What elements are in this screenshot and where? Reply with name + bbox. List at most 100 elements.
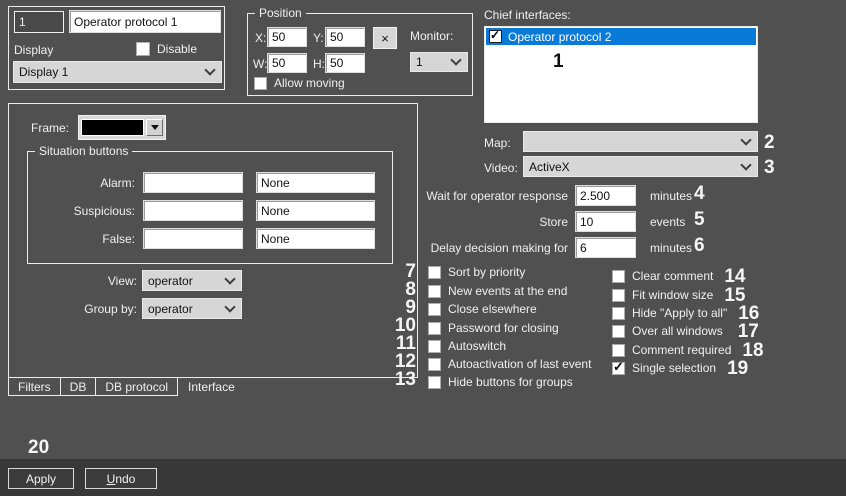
password-for-closing-checkbox[interactable] [428, 322, 441, 335]
suspicious-field[interactable] [143, 200, 243, 221]
item-checkbox[interactable]: ✓ [489, 30, 502, 43]
clear-position-button[interactable]: × [373, 27, 397, 49]
identity-group: 1 Operator protocol 1 Display Disable Di… [8, 6, 225, 90]
situation-buttons-group: Situation buttons Alarm: None Suspicious… [27, 151, 393, 264]
allow-moving-checkbox[interactable] [254, 77, 267, 90]
autoswitch-checkbox[interactable] [428, 340, 441, 353]
tab-filters[interactable]: Filters [8, 377, 61, 396]
alarm-type-field[interactable]: None [256, 172, 375, 193]
x-field[interactable]: 50 [267, 27, 307, 47]
interface-panel: Frame: Situation buttons Alarm: None Sus… [8, 103, 418, 378]
single-selection-checkbox[interactable]: ✓ [612, 362, 625, 375]
check-icon: ✓ [490, 27, 500, 43]
video-dropdown[interactable]: ActiveX [523, 156, 758, 177]
group-by-dropdown[interactable]: operator [142, 298, 242, 319]
frame-color-dropdown[interactable] [78, 115, 166, 140]
undo-button[interactable]: Undo [85, 468, 157, 489]
tab-db[interactable]: DB [60, 377, 97, 396]
tab-interface[interactable]: Interface [178, 377, 245, 396]
name-field[interactable]: Operator protocol 1 [69, 10, 221, 33]
option-sort-by-priority[interactable]: Sort by priority [428, 266, 525, 279]
chevron-down-icon [204, 64, 215, 75]
tab-db-protocol[interactable]: DB protocol [95, 377, 178, 396]
close-elsewhere-checkbox[interactable] [428, 303, 441, 316]
panel-tab-bar: Filters DB DB protocol Interface [8, 377, 245, 396]
hide-buttons-for-groups-checkbox[interactable] [428, 376, 441, 389]
frame-dropdown-button[interactable] [146, 119, 163, 136]
over-all-windows-checkbox[interactable] [612, 325, 625, 338]
monitor-dropdown[interactable]: 1 [410, 52, 468, 72]
option-password-for-closing[interactable]: Password for closing [428, 322, 559, 335]
map-dropdown[interactable] [523, 131, 758, 152]
frame-color-swatch [81, 119, 144, 136]
position-group: Position X: 50 Y: 50 × Monitor: W: 50 H:… [247, 13, 473, 96]
h-field[interactable]: 50 [325, 53, 365, 73]
display-dropdown[interactable]: Display 1 [13, 61, 222, 83]
video-label: Video: [484, 161, 518, 175]
false-type-field[interactable]: None [256, 228, 375, 249]
delay-decision-field[interactable]: 6 [575, 237, 636, 258]
callout-4: 4 [694, 184, 705, 203]
option-autoswitch[interactable]: Autoswitch [428, 340, 506, 353]
w-field[interactable]: 50 [267, 53, 307, 73]
list-item[interactable]: ✓ Operator protocol 2 [486, 28, 756, 45]
list-item-label: Operator protocol 2 [508, 30, 611, 44]
alarm-label: Alarm: [30, 176, 135, 190]
option-fit-window-size[interactable]: Fit window size 15 [612, 286, 746, 305]
y-field[interactable]: 50 [325, 27, 365, 47]
hide-apply-to-all-checkbox[interactable] [612, 307, 625, 320]
allow-moving-row[interactable]: Allow moving [254, 77, 345, 90]
callout-2: 2 [764, 133, 775, 152]
callout-19: 19 [727, 359, 748, 378]
frame-label: Frame: [31, 121, 69, 135]
new-events-at-end-checkbox[interactable] [428, 285, 441, 298]
option-autoactivation-last-event[interactable]: Autoactivation of last event [428, 358, 591, 371]
option-label: Autoactivation of last event [448, 358, 591, 371]
suspicious-type-field[interactable]: None [256, 200, 375, 221]
option-hide-buttons-for-groups[interactable]: Hide buttons for groups [428, 376, 573, 389]
option-label: Password for closing [448, 322, 559, 335]
id-field[interactable]: 1 [14, 11, 64, 33]
chevron-down-icon [224, 273, 235, 284]
option-clear-comment[interactable]: Clear comment 14 [612, 267, 746, 286]
sort-by-priority-checkbox[interactable] [428, 266, 441, 279]
chevron-down-icon [450, 54, 461, 65]
store-label: Store [420, 215, 568, 229]
fit-window-size-checkbox[interactable] [612, 289, 625, 302]
option-label: Single selection [632, 362, 716, 375]
delay-decision-unit: minutes [650, 241, 692, 255]
false-field[interactable] [143, 228, 243, 249]
apply-button[interactable]: Apply [8, 468, 74, 489]
option-over-all-windows[interactable]: Over all windows 17 [612, 322, 759, 341]
disable-checkbox[interactable] [136, 42, 150, 56]
operator-protocol-settings-panel: 1 Operator protocol 1 Display Disable Di… [0, 0, 846, 496]
monitor-label: Monitor: [410, 29, 453, 43]
callout-1: 1 [553, 52, 564, 71]
option-single-selection[interactable]: ✓ Single selection 19 [612, 359, 748, 378]
alarm-field[interactable] [143, 172, 243, 193]
option-new-events-at-end[interactable]: New events at the end [428, 285, 567, 298]
option-label: Fit window size [632, 289, 713, 302]
chief-interfaces-listbox[interactable]: ✓ Operator protocol 2 [484, 26, 758, 123]
w-label: W: [253, 57, 267, 71]
group-by-dropdown-value: operator [148, 302, 193, 316]
wait-response-unit: minutes [650, 189, 692, 203]
view-dropdown[interactable]: operator [142, 270, 242, 291]
disable-label: Disable [157, 43, 197, 56]
view-dropdown-value: operator [148, 274, 193, 288]
clear-comment-checkbox[interactable] [612, 270, 625, 283]
option-label: Hide "Apply to all" [632, 307, 727, 320]
comment-required-checkbox[interactable] [612, 344, 625, 357]
callout-20: 20 [28, 438, 49, 457]
h-label: H: [313, 57, 325, 71]
chevron-down-icon [740, 159, 751, 170]
store-field[interactable]: 10 [575, 211, 636, 232]
undo-accelerator: U [107, 472, 116, 486]
undo-rest: ndo [115, 472, 135, 486]
wait-response-field[interactable]: 2.500 [575, 185, 636, 206]
option-close-elsewhere[interactable]: Close elsewhere [428, 303, 537, 316]
autoactivation-last-event-checkbox[interactable] [428, 358, 441, 371]
allow-moving-label: Allow moving [274, 77, 345, 90]
disable-checkbox-row[interactable]: Disable [136, 42, 197, 56]
chief-interfaces-label: Chief interfaces: [484, 8, 571, 22]
